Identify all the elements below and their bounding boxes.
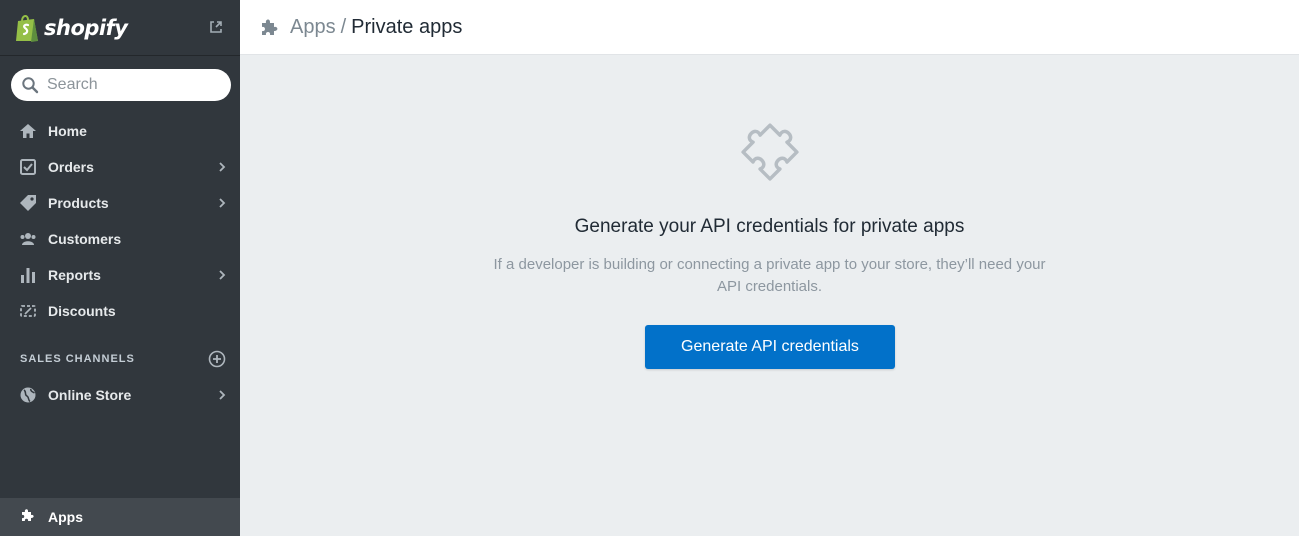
sales-channels-list: Online Store <box>0 377 240 413</box>
discount-icon <box>19 302 37 320</box>
main-nav: Home Orders Products Customers Reports D… <box>0 113 240 329</box>
sidebar-item-label: Apps <box>48 509 83 525</box>
tag-icon <box>19 194 37 212</box>
chevron-right-icon <box>219 390 226 400</box>
search-box[interactable] <box>11 69 231 101</box>
bar-chart-icon <box>19 266 37 284</box>
sidebar-item-customers[interactable]: Customers <box>0 221 240 257</box>
search-icon <box>22 77 39 94</box>
sidebar-item-products[interactable]: Products <box>0 185 240 221</box>
sidebar-item-apps[interactable]: Apps <box>0 498 240 536</box>
home-icon <box>19 122 37 140</box>
empty-state-description: If a developer is building or connecting… <box>493 256 1046 295</box>
generate-api-credentials-button[interactable]: Generate API credentials <box>645 325 895 369</box>
add-circle-icon[interactable] <box>208 350 226 368</box>
sidebar: shopify Home Orders <box>0 0 240 536</box>
section-heading-label: SALES CHANNELS <box>20 353 135 365</box>
shopify-wordmark: shopify <box>44 15 128 40</box>
shopify-bag-logo[interactable] <box>14 13 40 43</box>
breadcrumb-separator: / <box>340 15 347 38</box>
orders-icon <box>19 158 37 176</box>
sidebar-item-discounts[interactable]: Discounts <box>0 293 240 329</box>
puzzle-icon <box>262 19 278 35</box>
sidebar-item-orders[interactable]: Orders <box>0 149 240 185</box>
sidebar-item-label: Orders <box>48 159 94 175</box>
sidebar-item-label: Discounts <box>48 303 116 319</box>
empty-state-headline: Generate your API credentials for privat… <box>574 216 965 237</box>
breadcrumb-apps[interactable]: Apps <box>290 16 336 39</box>
customers-icon <box>19 230 37 248</box>
empty-state: Generate your API credentials for privat… <box>240 56 1299 536</box>
page-header: Apps / Private apps <box>240 0 1299 55</box>
puzzle-icon <box>19 506 37 529</box>
chevron-right-icon <box>219 270 226 280</box>
sidebar-item-online-store[interactable]: Online Store <box>0 377 240 413</box>
chevron-right-icon <box>219 198 226 208</box>
sidebar-item-label: Reports <box>48 267 101 283</box>
globe-icon <box>19 386 37 404</box>
sidebar-item-label: Products <box>48 195 109 211</box>
sidebar-item-label: Home <box>48 123 87 139</box>
sidebar-item-reports[interactable]: Reports <box>0 257 240 293</box>
sidebar-item-home[interactable]: Home <box>0 113 240 149</box>
page-title: Private apps <box>351 15 463 38</box>
puzzle-illustration-icon <box>741 123 799 181</box>
search-input[interactable] <box>47 76 217 94</box>
sidebar-item-label: Online Store <box>48 387 132 403</box>
sidebar-item-label: Customers <box>48 231 122 247</box>
external-link-icon[interactable] <box>208 19 224 35</box>
brand-bar: shopify <box>0 0 240 56</box>
chevron-right-icon <box>219 162 226 172</box>
sales-channels-heading: SALES CHANNELS <box>20 350 232 368</box>
